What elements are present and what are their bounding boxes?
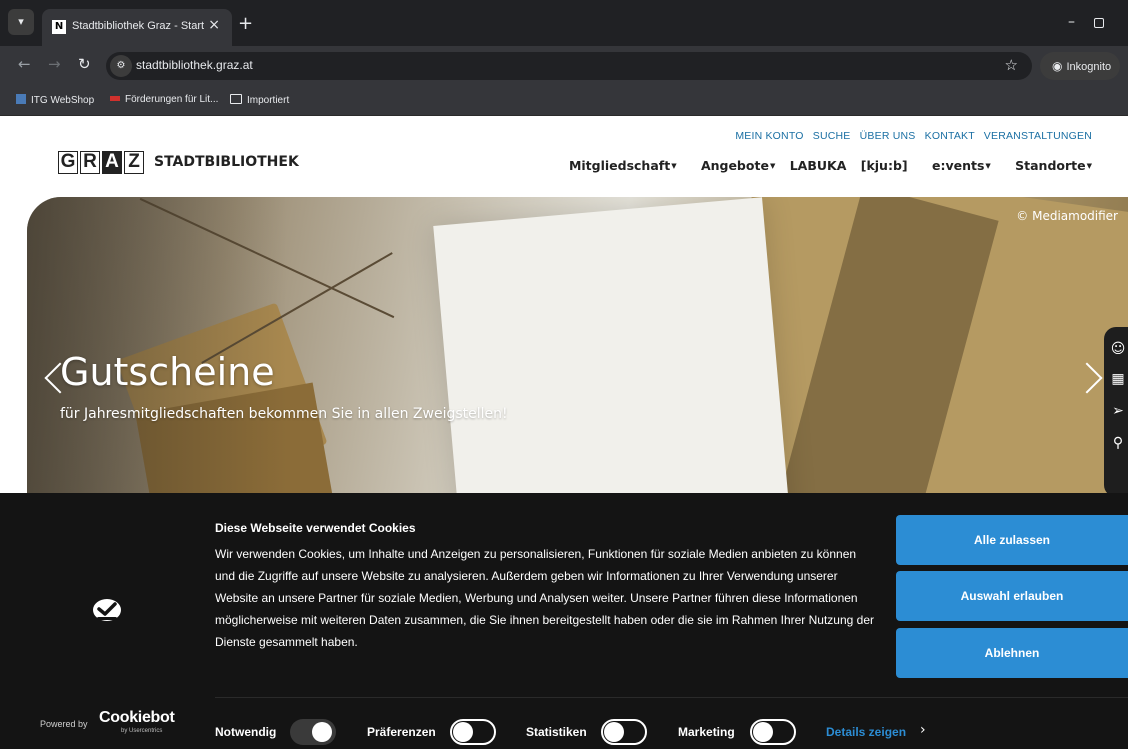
cookie-banner-title: Diese Webseite verwendet Cookies: [215, 521, 416, 535]
link-suche[interactable]: SUCHE: [813, 130, 851, 142]
bookmark-star-icon[interactable]: ☆: [1005, 56, 1018, 74]
link-mein-konto[interactable]: MEIN KONTO: [735, 130, 803, 142]
main-navigation: Mitgliedschaft▼ Angebote▼ LABUKA [kju:b]…: [549, 158, 1092, 173]
link-kontakt[interactable]: KONTAKT: [925, 130, 975, 142]
toggle-label-marketing: Marketing: [678, 725, 735, 739]
caret-down-icon: ▼: [985, 162, 991, 170]
cookiebot-logo[interactable]: Cookiebot: [99, 709, 175, 727]
incognito-icon: ◉: [1052, 59, 1063, 73]
deny-button[interactable]: Ablehnen: [896, 628, 1128, 678]
allow-selection-button[interactable]: Auswahl erlauben: [896, 571, 1128, 621]
toggle-notwendig: [290, 719, 336, 745]
nav-angebote[interactable]: Angebote▼: [691, 158, 775, 173]
toggle-statistiken[interactable]: [601, 719, 647, 745]
logo-letter: G: [58, 150, 78, 174]
tab-title: Stadtbibliothek Graz - Start: [72, 20, 205, 32]
bookmark-itg-webshop[interactable]: ITG WebShop: [16, 94, 94, 106]
usercentrics-label: by Usercentrics: [121, 728, 163, 734]
site-info-icon[interactable]: ⚙: [110, 55, 132, 77]
austria-flag-icon: [110, 96, 120, 101]
webshop-favicon-icon: [16, 94, 26, 104]
toggle-knob: [604, 722, 624, 742]
logo-letter: Z: [124, 150, 144, 174]
tab-close-icon[interactable]: ×: [208, 17, 220, 33]
link-veranstaltungen[interactable]: VERANSTALTUNGEN: [984, 130, 1092, 142]
caret-down-icon: ▼: [769, 162, 776, 170]
tab-search-chevron-icon[interactable]: ▾: [8, 9, 34, 35]
nav-kjub[interactable]: [kju:b]: [861, 158, 908, 173]
bookmark-foerderungen[interactable]: Förderungen für Lit...: [110, 94, 218, 105]
bookmarks-bar: ITG WebShop Förderungen für Lit... Impor…: [0, 86, 1128, 116]
nav-mitgliedschaft[interactable]: Mitgliedschaft▼: [559, 158, 677, 173]
url-text[interactable]: stadtbibliothek.graz.at: [136, 58, 253, 72]
link-ueber-uns[interactable]: ÜBER UNS: [860, 130, 916, 142]
top-links-nav: MEIN KONTO SUCHE ÜBER UNS KONTAKT VERANS…: [729, 130, 1092, 142]
user-account-icon[interactable]: ☺: [1110, 341, 1126, 357]
nav-labuka[interactable]: LABUKA: [790, 158, 847, 173]
site-logo[interactable]: G R A Z STADTBIBLIOTHEK: [58, 150, 299, 174]
toggle-label-statistiken: Statistiken: [526, 725, 587, 739]
hero-paper-graphic: [433, 197, 791, 537]
toggle-label-praeferenzen: Präferenzen: [367, 725, 436, 739]
calendar-icon[interactable]: ▦: [1110, 371, 1126, 387]
hero-title: Gutscheine: [60, 350, 275, 394]
browser-tab-bar: ▾ N Stadtbibliothek Graz - Start × + –: [0, 0, 1128, 52]
send-paper-plane-icon[interactable]: ➢: [1110, 403, 1126, 419]
image-copyright: © Mediamodifier: [1016, 209, 1118, 223]
reload-icon[interactable]: ↻: [78, 56, 91, 72]
window-minimize-icon[interactable]: –: [1068, 14, 1075, 30]
browser-toolbar: ← → ↻ ⚙ stadtbibliothek.graz.at ☆ ◉ Inkog…: [0, 46, 1128, 86]
cookie-shield-check-icon: [93, 599, 121, 621]
logo-letter: R: [80, 150, 100, 174]
allow-all-button[interactable]: Alle zulassen: [896, 515, 1128, 565]
window-restore-icon[interactable]: [1094, 18, 1104, 28]
address-bar[interactable]: ⚙ stadtbibliothek.graz.at ☆: [106, 52, 1032, 80]
forward-arrow-icon[interactable]: →: [48, 56, 61, 72]
divider: [215, 697, 1128, 698]
cookie-banner-text: Wir verwenden Cookies, um Inhalte und An…: [215, 547, 875, 649]
toggle-praeferenzen[interactable]: [450, 719, 496, 745]
toggle-label-notwendig: Notwendig: [215, 725, 277, 739]
incognito-badge[interactable]: ◉ Inkognito: [1040, 52, 1120, 80]
caret-down-icon: ▼: [1086, 162, 1092, 170]
caret-down-icon: ▼: [671, 162, 677, 170]
bookmark-folder-importiert[interactable]: Importiert: [230, 94, 289, 106]
side-quick-rail: ☺ ▦ ➢ ⚲: [1104, 327, 1128, 497]
new-tab-plus-icon[interactable]: +: [238, 15, 253, 33]
toggle-marketing[interactable]: [750, 719, 796, 745]
site-favicon-icon: N: [52, 20, 66, 34]
powered-by-label: Powered by: [40, 719, 88, 729]
toggle-knob: [753, 722, 773, 742]
incognito-label: Inkognito: [1066, 61, 1112, 73]
logo-name: STADTBIBLIOTHEK: [154, 154, 299, 170]
chevron-right-icon[interactable]: ›: [920, 722, 926, 738]
nav-standorte[interactable]: Standorte▼: [1005, 158, 1092, 173]
hero-subtitle: für Jahresmitgliedschaften bekommen Sie …: [60, 406, 508, 422]
toggle-knob: [312, 722, 332, 742]
folder-icon: [230, 94, 242, 104]
toggle-knob: [453, 722, 473, 742]
nav-events[interactable]: e:vents▼: [922, 158, 991, 173]
hero-slider: © Mediamodifier Gutscheine für Jahresmit…: [27, 197, 1128, 537]
search-icon[interactable]: ⚲: [1110, 435, 1126, 451]
logo-letter: A: [102, 150, 122, 174]
details-zeigen-link[interactable]: Details zeigen: [826, 725, 906, 739]
cookie-consent-banner: Diese Webseite verwendet Cookies Wir ver…: [0, 493, 1128, 749]
back-arrow-icon[interactable]: ←: [18, 56, 31, 72]
browser-tab-active[interactable]: N Stadtbibliothek Graz - Start ×: [42, 9, 232, 46]
